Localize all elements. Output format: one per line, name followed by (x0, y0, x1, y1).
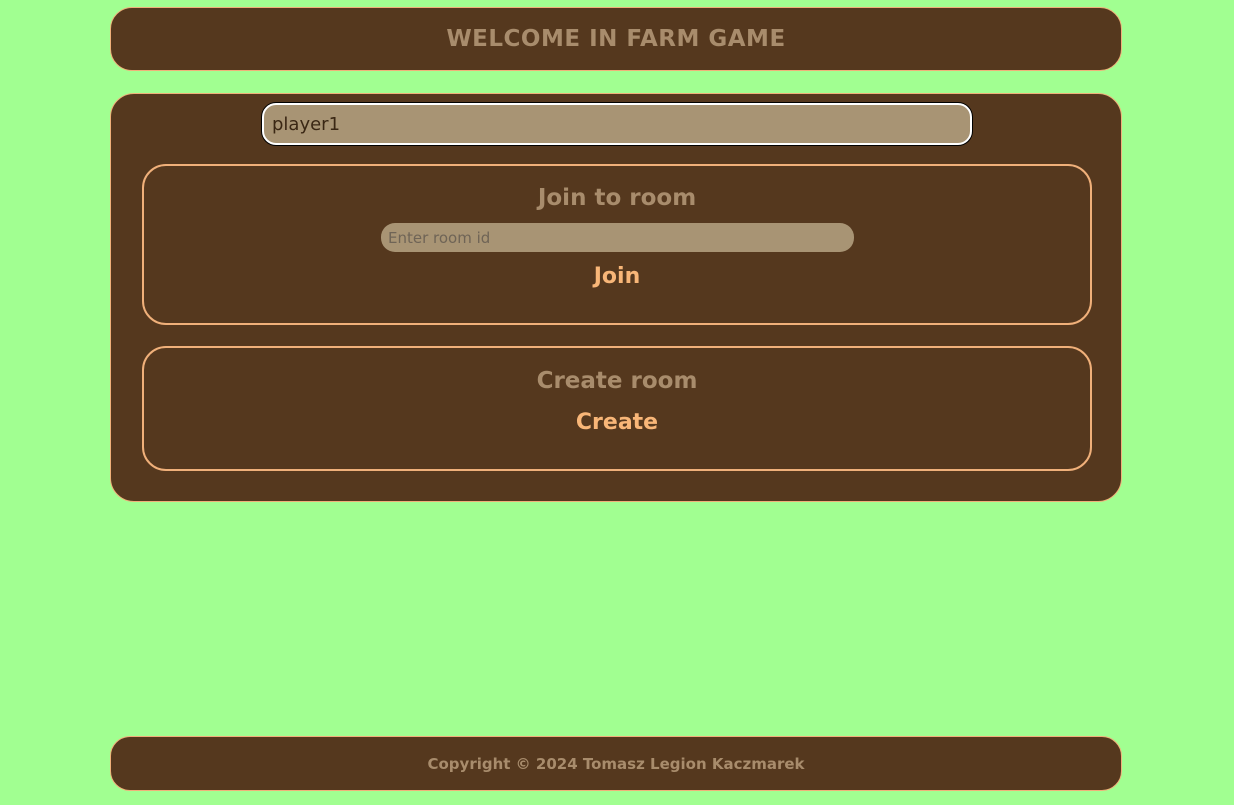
create-button[interactable]: Create (570, 410, 664, 435)
player-name-input[interactable] (262, 103, 972, 145)
footer-bar: Copyright © 2024 Tomasz Legion Kaczmarek (110, 736, 1122, 791)
header-bar: WELCOME IN FARM GAME (110, 7, 1122, 71)
join-room-title: Join to room (537, 185, 697, 211)
create-room-card: Create room Create (142, 346, 1092, 471)
join-button[interactable]: Join (588, 264, 647, 289)
page-title: WELCOME IN FARM GAME (446, 26, 786, 52)
join-room-card: Join to room Join (142, 164, 1092, 325)
copyright-text: Copyright © 2024 Tomasz Legion Kaczmarek (427, 754, 805, 773)
room-id-input[interactable] (381, 223, 854, 252)
lobby-panel: Join to room Join Create room Create (110, 93, 1122, 502)
create-room-title: Create room (536, 368, 698, 394)
